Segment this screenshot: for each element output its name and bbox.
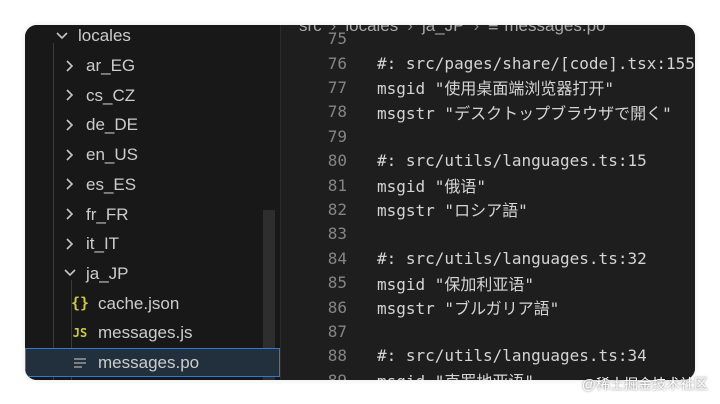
editor-window: locales ar_EG cs_CZ de_DE en_US es_ES fr_FR it_… xyxy=(25,25,695,380)
tree-item-en-us[interactable]: en_US xyxy=(25,140,280,170)
po-file-icon xyxy=(70,357,90,369)
code-line[interactable]: 82 msgstr "ロシア語" xyxy=(281,197,695,221)
chevron-right-icon[interactable] xyxy=(63,118,77,132)
code-editor[interactable]: src › locales › ja_JP › ≡ messages.po 75 76 #: sr… xyxy=(281,25,695,380)
code-text: msgstr "ロシア語" xyxy=(377,201,528,221)
tree-item-cache-json[interactable]: {} cache.json xyxy=(25,288,280,318)
chevron-right-icon[interactable] xyxy=(63,237,77,251)
tree-item-locales[interactable]: locales xyxy=(25,25,280,51)
js-file-icon: JS xyxy=(72,325,88,340)
line-number: 85 xyxy=(327,273,347,293)
tree-item-it-it[interactable]: it_IT xyxy=(25,229,280,259)
code-line[interactable]: 77 msgid "使用桌面端浏览器打开" xyxy=(281,75,695,99)
tree-item-cs-cz[interactable]: cs_CZ xyxy=(25,80,280,110)
line-number: 78 xyxy=(327,102,347,122)
tree-item-label: ja_JP xyxy=(86,263,129,283)
code-line[interactable]: 86 msgstr "ブルガリア語" xyxy=(281,295,695,319)
line-number: 89 xyxy=(281,371,356,380)
chevron-right-icon[interactable] xyxy=(63,88,77,102)
line-number: 75 xyxy=(327,29,347,49)
line-number: 83 xyxy=(327,224,347,244)
code-text: msgstr "ブルガリア語" xyxy=(377,299,560,319)
tree-item-label: ar_EG xyxy=(86,56,136,76)
line-number: 81 xyxy=(327,175,347,195)
line-number: 79 xyxy=(327,126,347,146)
code-line[interactable]: 76 #: src/pages/share/[code].tsx:155 xyxy=(281,51,695,75)
code-text: #: src/utils/languages.ts:15 xyxy=(377,151,647,171)
tree-item-messages-js[interactable]: JS messages.js xyxy=(25,318,280,348)
line-number: 77 xyxy=(327,77,347,97)
code-text: #: src/utils/languages.ts:34 xyxy=(377,346,647,366)
tree-item-label: cs_CZ xyxy=(86,85,136,105)
line-number: 88 xyxy=(327,346,347,366)
code-line[interactable]: 85 msgid "保加利亚语" xyxy=(281,271,695,295)
line-number: 82 xyxy=(327,199,347,219)
chevron-right-icon[interactable] xyxy=(63,59,77,73)
chevron-right-icon[interactable] xyxy=(63,207,77,221)
line-number: 87 xyxy=(327,321,347,341)
line-number: 76 xyxy=(327,53,347,73)
code-text: msgid "使用桌面端浏览器打开" xyxy=(377,79,615,99)
chevron-right-icon[interactable] xyxy=(63,148,77,162)
tree-item-de-de[interactable]: de_DE xyxy=(25,110,280,140)
code-line[interactable]: 84 #: src/utils/languages.ts:32 xyxy=(281,246,695,270)
tree-item-label: messages.js xyxy=(98,323,193,343)
line-number: 86 xyxy=(327,297,347,317)
chevron-right-icon[interactable] xyxy=(63,177,77,191)
tree-item-label: fr_FR xyxy=(86,204,129,224)
tree-item-ja-jp[interactable]: ja_JP xyxy=(25,259,280,289)
json-file-icon: {} xyxy=(70,294,90,313)
tree-item-label: de_DE xyxy=(86,115,138,135)
tree-item-fr-fr[interactable]: fr_FR xyxy=(25,199,280,229)
chevron-down-icon[interactable] xyxy=(55,31,69,41)
tree-item-ar-eg[interactable]: ar_EG xyxy=(25,51,280,81)
tree-item-label: en_US xyxy=(86,145,138,165)
code-text: msgstr "デスクトップブラウザで開く" xyxy=(377,103,672,123)
chevron-down-icon[interactable] xyxy=(63,268,77,278)
tree-item-messages-po[interactable]: messages.po xyxy=(25,347,280,378)
code-line[interactable]: 80 #: src/utils/languages.ts:15 xyxy=(281,149,695,173)
code-text: #: src/utils/languages.ts:32 xyxy=(377,248,647,268)
tree-item-label: locales xyxy=(78,26,131,46)
tree-item-label: messages.po xyxy=(98,353,200,373)
line-number: 84 xyxy=(327,248,347,268)
code-text: #: src/pages/share/[code].tsx:155 xyxy=(377,53,695,73)
code-line[interactable]: 78 msgstr "デスクトップブラウザで開く" xyxy=(281,100,695,124)
tree-item-label: cache.json xyxy=(98,293,180,313)
tree-item-es-es[interactable]: es_ES xyxy=(25,170,280,200)
code-line[interactable]: 79 xyxy=(281,124,695,148)
code-line[interactable]: 88 #: src/utils/languages.ts:34 xyxy=(281,344,695,368)
code-line[interactable]: 75 xyxy=(281,27,695,51)
tree-item-label: it_IT xyxy=(86,234,120,254)
code-line[interactable]: 81 msgid "俄语" xyxy=(281,173,695,197)
watermark: @稀土掘金技术社区 xyxy=(581,376,708,392)
code-line[interactable]: 83 xyxy=(281,222,695,246)
line-number: 80 xyxy=(327,151,347,171)
explorer-sidebar: locales ar_EG cs_CZ de_DE en_US es_ES fr_FR it_… xyxy=(25,25,281,380)
code-text: msgid "俄语" xyxy=(377,177,487,197)
code-text: msgid "保加利亚语" xyxy=(377,274,535,294)
tree-item-label: es_ES xyxy=(86,174,137,194)
code-text: msgid "克罗地亚语" xyxy=(356,368,534,380)
code-line[interactable]: 87 xyxy=(281,319,695,343)
